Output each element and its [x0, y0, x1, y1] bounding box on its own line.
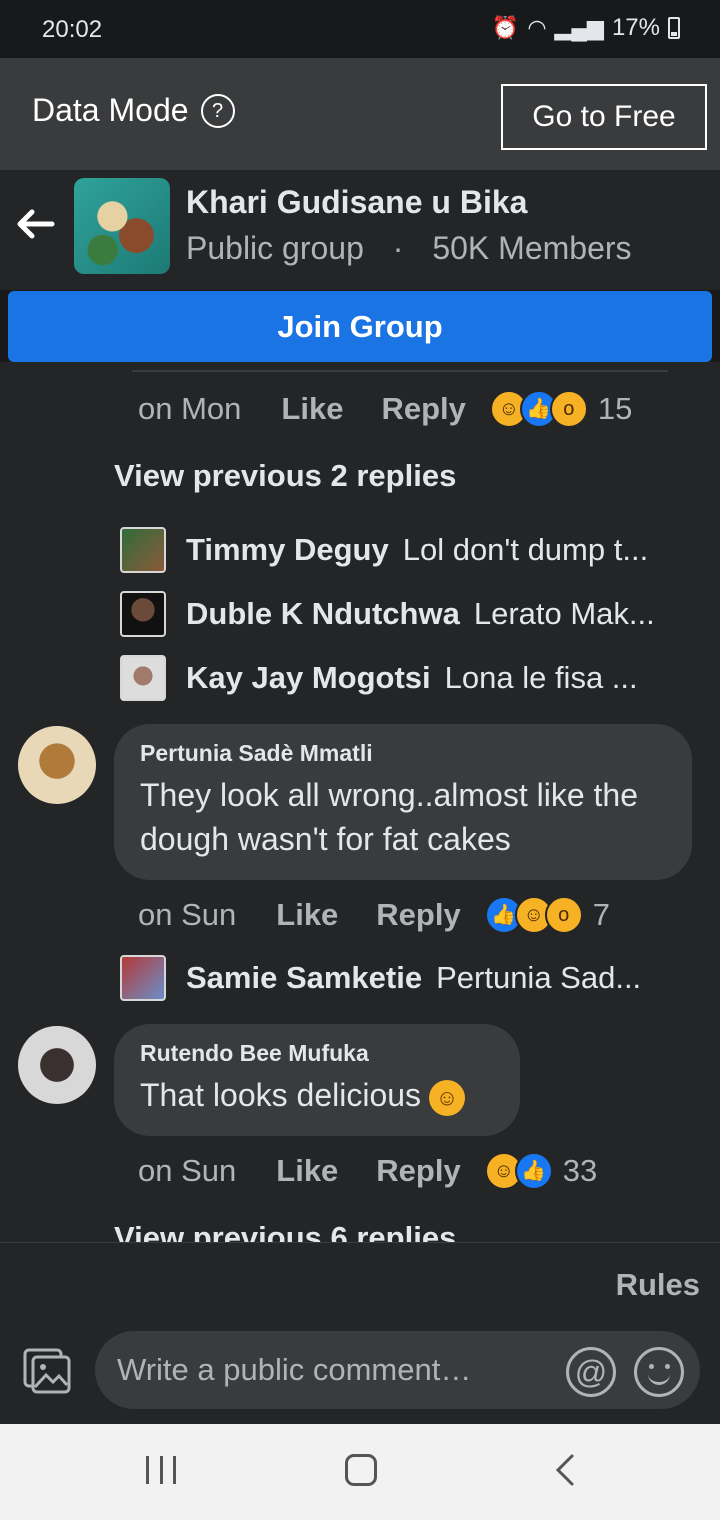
reply-text: Lol don't dump t... [402, 532, 649, 567]
divider [132, 370, 668, 372]
reply-author: Timmy Deguy [186, 532, 389, 567]
recent-apps-icon[interactable] [146, 1456, 176, 1486]
view-previous-replies[interactable]: View previous 2 replies [114, 458, 456, 494]
rules-link[interactable]: Rules [616, 1267, 700, 1303]
comment-actions: on Mon Like Reply ☺ 👍 o 15 [138, 390, 632, 428]
data-mode-title: Data Mode ? [32, 92, 235, 129]
comment-text: They look all wrong..almost like the dou… [140, 777, 638, 857]
system-nav-bar [0, 1424, 720, 1520]
reply-button[interactable]: Reply [376, 897, 460, 933]
reply-row[interactable]: Samie Samketie Pertunia Sad... [120, 954, 700, 1002]
commenter-avatar[interactable] [18, 726, 96, 804]
comment-bubble[interactable]: Pertunia Sadè Mmatli They look all wrong… [114, 724, 692, 880]
battery-icon [668, 17, 680, 39]
alarm-icon: ⏰ [491, 15, 520, 40]
like-button[interactable]: Like [276, 897, 338, 933]
home-icon[interactable] [345, 1454, 377, 1486]
avatar [120, 591, 166, 637]
reply-author: Samie Samketie [186, 960, 423, 995]
comment-time[interactable]: on Sun [138, 897, 236, 933]
reply-button[interactable]: Reply [381, 391, 465, 427]
avatar [120, 655, 166, 701]
comment-actions: on Sun Like Reply 👍 ☺ o 7 [138, 896, 610, 934]
group-name[interactable]: Khari Gudisane u Bika [186, 184, 527, 221]
battery-percent: 17% [611, 14, 660, 41]
go-to-free-button[interactable]: Go to Free [501, 84, 707, 150]
signal-icon: ▂▄▆ [554, 15, 604, 40]
mention-icon[interactable]: @ [566, 1347, 616, 1397]
reaction-count: 33 [562, 1153, 598, 1188]
like-button[interactable]: Like [281, 391, 343, 427]
reactions[interactable]: ☺ 👍 o [489, 390, 588, 428]
comment-author[interactable]: Pertunia Sadè Mmatli [140, 740, 666, 767]
reply-button[interactable]: Reply [376, 1153, 460, 1189]
reply-row[interactable]: Timmy Deguy Lol don't dump t... [120, 526, 700, 574]
reply-row[interactable]: Duble K Ndutchwa Lerato Mak... [120, 590, 700, 638]
reaction-count: 15 [597, 391, 633, 426]
reactions[interactable]: ☺ 👍 [484, 1152, 553, 1190]
commenter-avatar[interactable] [18, 1026, 96, 1104]
reply-text: Lerato Mak... [473, 596, 655, 631]
reply-row[interactable]: Kay Jay Mogotsi Lona le fisa ... [120, 654, 700, 702]
comment-author[interactable]: Rutendo Bee Mufuka [140, 1040, 494, 1067]
reply-author: Duble K Ndutchwa [186, 596, 460, 631]
avatar [120, 955, 166, 1001]
comment-text-row: That looks delicious ☺ [140, 1073, 494, 1117]
back-arrow-icon[interactable] [14, 208, 56, 240]
join-group-button[interactable]: Join Group [8, 291, 712, 362]
comment-time[interactable]: on Mon [138, 391, 241, 427]
reaction-count: 7 [592, 897, 610, 932]
photo-icon[interactable] [22, 1347, 72, 1395]
data-mode-bar: Data Mode ? Go to Free [0, 58, 720, 170]
group-members: 50K Members [432, 230, 632, 266]
comment-composer: Rules @ [0, 1242, 720, 1425]
comment-text: That looks delicious [140, 1077, 422, 1113]
like-button[interactable]: Like [276, 1153, 338, 1189]
reply-text: Lona le fisa ... [444, 660, 638, 695]
group-header: Khari Gudisane u Bika Public group · 50K… [0, 170, 720, 290]
wifi-icon: ◠ [527, 15, 547, 40]
smiling-face-emoji-icon: ☺ [429, 1079, 466, 1116]
reactions[interactable]: 👍 ☺ o [484, 896, 583, 934]
avatar [120, 527, 166, 573]
meta-separator: · [392, 230, 404, 266]
data-mode-label: Data Mode [32, 92, 189, 128]
comments-feed[interactable]: on Mon Like Reply ☺ 👍 o 15 View previous… [0, 362, 720, 1242]
group-cover-image[interactable] [74, 178, 170, 274]
group-privacy: Public group [186, 230, 364, 266]
emoji-picker-icon[interactable] [634, 1347, 684, 1397]
comment-actions: on Sun Like Reply ☺ 👍 33 [138, 1152, 597, 1190]
view-previous-replies[interactable]: View previous 6 replies [114, 1220, 456, 1242]
back-icon[interactable] [550, 1452, 580, 1488]
reply-text: Pertunia Sad... [436, 960, 642, 995]
status-time: 20:02 [42, 16, 103, 43]
status-icons: ⏰ ◠ ▂▄▆ 17% [492, 14, 680, 42]
like-reaction-icon: 👍 [514, 1152, 553, 1190]
comment-time[interactable]: on Sun [138, 1153, 236, 1189]
wow-reaction-icon: o [544, 896, 583, 934]
wow-reaction-icon: o [549, 390, 588, 428]
comment-bubble[interactable]: Rutendo Bee Mufuka That looks delicious ☺ [114, 1024, 520, 1136]
reply-author: Kay Jay Mogotsi [186, 660, 431, 695]
help-icon[interactable]: ? [200, 93, 235, 128]
group-meta: Public group · 50K Members [186, 230, 632, 267]
status-bar: 20:02 ⏰ ◠ ▂▄▆ 17% [0, 0, 720, 58]
